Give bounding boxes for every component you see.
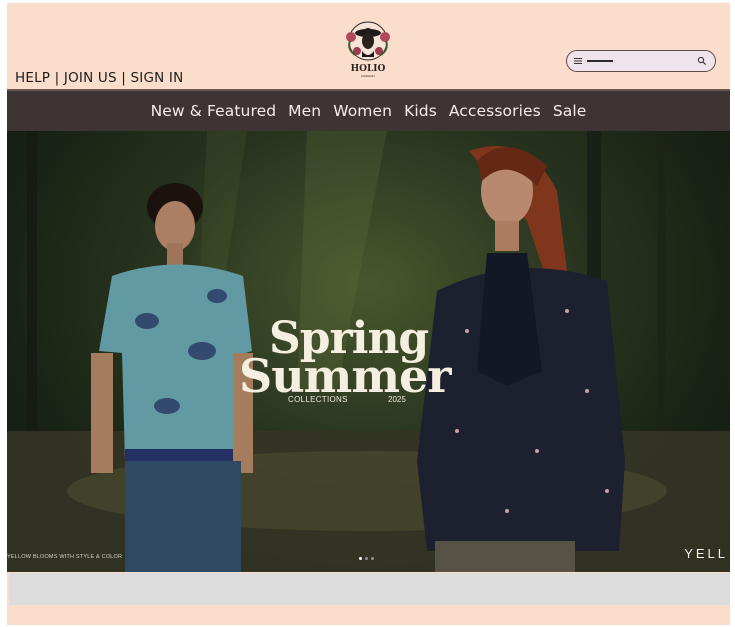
carousel-dot[interactable]	[371, 557, 374, 560]
link-separator: |	[121, 70, 131, 86]
carousel-dot[interactable]	[365, 557, 368, 560]
nav-women[interactable]: Women	[333, 102, 392, 120]
carousel-dots	[359, 557, 374, 560]
brand-logo[interactable]: HOLIO FASHION	[337, 19, 399, 81]
help-link[interactable]: HELP	[15, 70, 50, 86]
page-frame: HELP | JOIN US | SIGN IN HOLIO FASHION N…	[7, 3, 730, 625]
nav-accessories[interactable]: Accessories	[449, 102, 541, 120]
search-input[interactable]	[587, 60, 613, 62]
hero-subtitle: COLLECTIONS	[288, 395, 348, 404]
hero-tagline: YELLOW BLOOMS WITH STYLE & COLOR	[7, 554, 123, 560]
content-placeholder-band	[9, 573, 730, 605]
logo-tagline: FASHION	[361, 74, 374, 78]
main-nav: New & Featured Men Women Kids Accessorie…	[7, 91, 730, 131]
logo-wordmark: HOLIO	[351, 64, 386, 74]
join-us-link[interactable]: JOIN US	[64, 70, 117, 86]
hero-banner[interactable]: Spring Summer COLLECTIONS 2025 YELLOW BL…	[7, 131, 730, 572]
top-bar: HELP | JOIN US | SIGN IN HOLIO FASHION	[7, 3, 730, 89]
nav-kids[interactable]: Kids	[404, 102, 437, 120]
hero-ticker: YELL	[684, 546, 728, 561]
menu-icon[interactable]	[573, 56, 583, 66]
utility-links: HELP | JOIN US | SIGN IN	[15, 70, 183, 86]
sign-in-link[interactable]: SIGN IN	[131, 70, 184, 86]
nav-sale[interactable]: Sale	[553, 102, 587, 120]
carousel-dot[interactable]	[359, 557, 362, 560]
logo-emblem-icon: HOLIO FASHION	[346, 21, 390, 78]
hero-title: Spring Summer	[239, 313, 469, 403]
search-bar[interactable]	[566, 50, 716, 72]
hero-year: 2025	[388, 395, 406, 404]
nav-men[interactable]: Men	[288, 102, 321, 120]
link-separator: |	[54, 70, 64, 86]
nav-new-featured[interactable]: New & Featured	[151, 102, 277, 120]
search-icon[interactable]	[697, 56, 707, 66]
